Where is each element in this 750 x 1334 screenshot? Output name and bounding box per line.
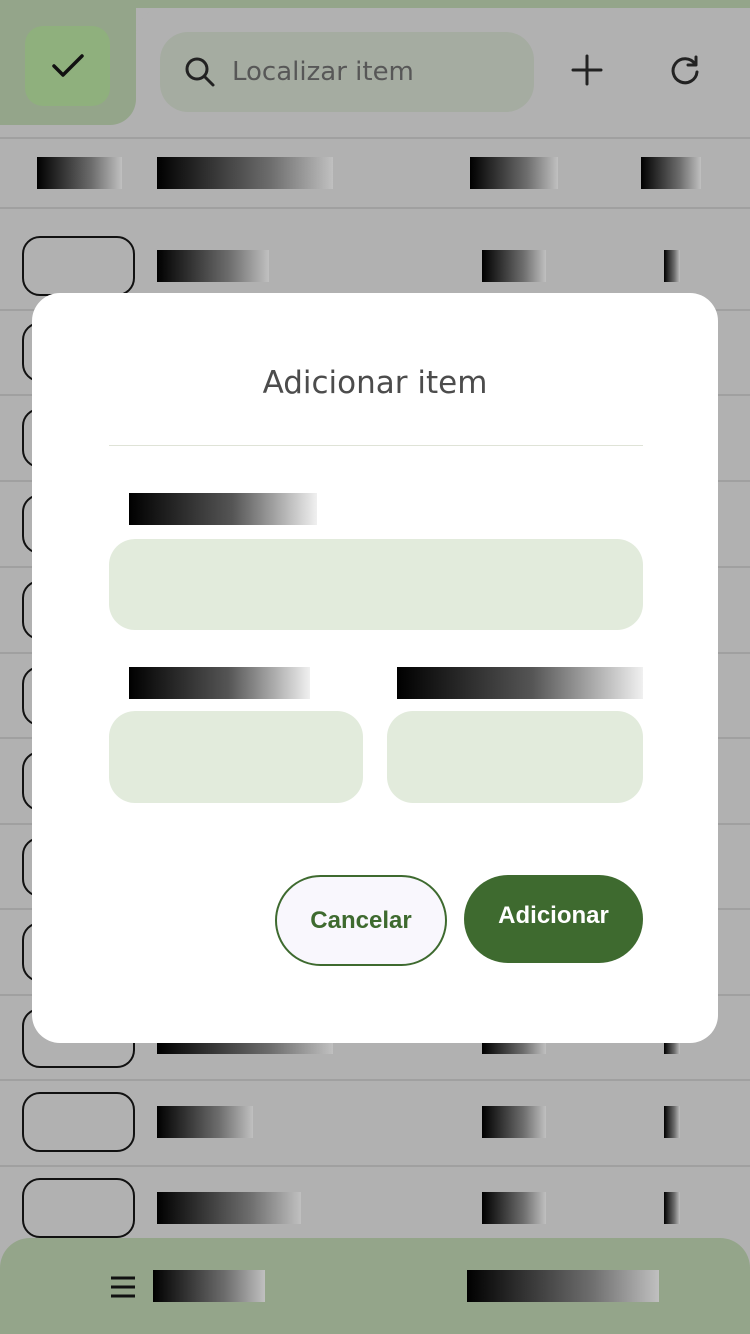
submit-button[interactable]: Adicionar xyxy=(464,875,643,963)
dialog-divider xyxy=(109,445,643,446)
cancel-button[interactable]: Cancelar xyxy=(275,875,447,966)
unit-field[interactable] xyxy=(387,711,643,803)
add-item-dialog: Adicionar item Cancelar Adicionar xyxy=(32,293,718,1043)
name-field[interactable] xyxy=(109,539,643,630)
field-label xyxy=(397,667,643,699)
quantity-field[interactable] xyxy=(109,711,363,803)
dialog-title: Adicionar item xyxy=(262,365,488,401)
field-label xyxy=(129,493,317,525)
field-label xyxy=(129,667,310,699)
